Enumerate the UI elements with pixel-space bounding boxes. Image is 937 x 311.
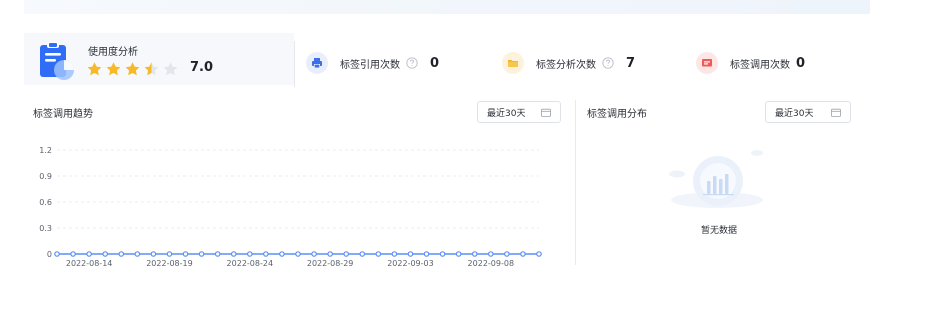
empty-data-icon xyxy=(669,150,763,208)
data-point xyxy=(471,251,478,257)
trend-line-chart: 0 0.3 0.6 0.9 1.2 2022-08-14 2022-08-19 2022-08… xyxy=(39,146,542,268)
data-point xyxy=(311,251,317,257)
data-point xyxy=(118,251,125,257)
data-point xyxy=(423,251,430,257)
data-point xyxy=(166,251,173,257)
x-tick-label: 2022-09-08 xyxy=(468,259,515,268)
data-point xyxy=(327,251,333,257)
data-point xyxy=(439,251,446,257)
y-tick-label: 0.3 xyxy=(39,224,52,233)
data-point xyxy=(214,251,221,257)
data-point xyxy=(343,251,350,257)
date-range-label: 最近30天 xyxy=(775,108,814,119)
calendar-icon xyxy=(831,108,841,117)
data-point xyxy=(536,251,542,257)
y-tick-label: 0.6 xyxy=(39,198,52,207)
y-tick-label: 0 xyxy=(47,250,52,259)
y-tick-label: 0.9 xyxy=(39,172,52,181)
data-point xyxy=(375,251,382,257)
distribution-title: 标签调用分布 xyxy=(587,109,647,120)
data-point xyxy=(230,251,237,257)
data-point xyxy=(407,251,414,257)
data-point xyxy=(150,251,157,257)
data-point xyxy=(391,251,398,257)
x-tick-label: 2022-09-03 xyxy=(387,259,434,268)
empty-data-text: 暂无数据 xyxy=(701,226,738,236)
data-point xyxy=(295,251,301,257)
x-tick-label: 2022-08-24 xyxy=(227,259,274,268)
x-tick-label: 2022-08-14 xyxy=(66,259,113,268)
data-point xyxy=(102,251,109,257)
data-point xyxy=(70,251,76,257)
data-point xyxy=(247,251,253,257)
panel-divider xyxy=(575,100,576,265)
data-point xyxy=(520,251,526,257)
data-point xyxy=(359,251,366,257)
data-point xyxy=(134,251,141,257)
y-tick-label: 1.2 xyxy=(39,146,52,155)
x-tick-label: 2022-08-19 xyxy=(146,259,193,268)
data-point xyxy=(455,251,462,257)
data-point xyxy=(279,251,285,257)
x-tick-label: 2022-08-29 xyxy=(307,259,354,268)
data-point xyxy=(263,251,269,257)
distribution-date-range[interactable]: 最近30天 xyxy=(765,101,851,123)
data-point xyxy=(86,251,92,257)
data-point xyxy=(182,251,189,257)
data-point xyxy=(504,251,510,257)
data-point xyxy=(487,251,494,257)
data-point xyxy=(198,251,205,257)
data-point xyxy=(54,251,60,257)
